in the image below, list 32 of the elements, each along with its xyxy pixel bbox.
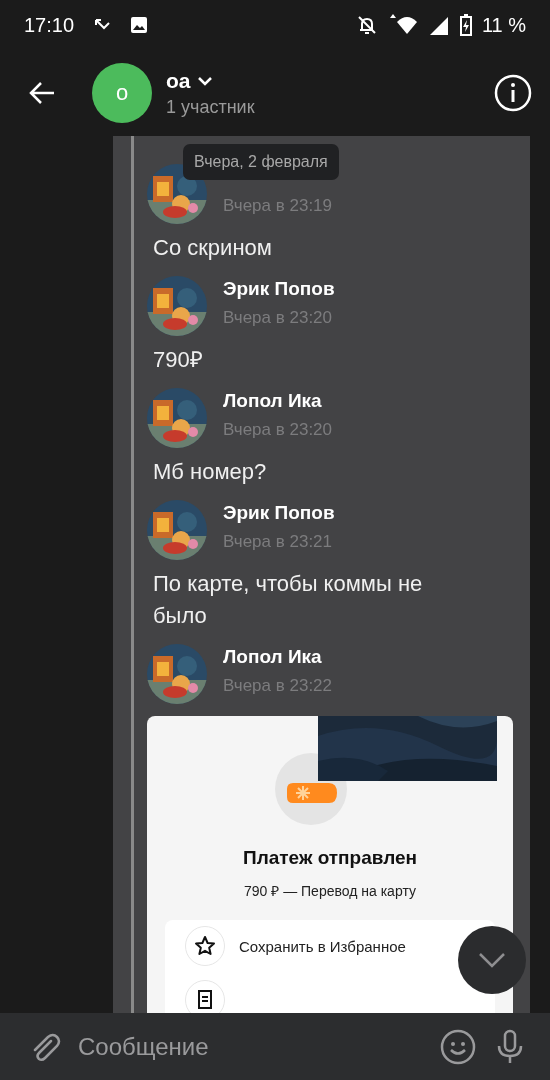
- chat-subtitle: 1 участник: [166, 96, 256, 118]
- emoji-icon[interactable]: [440, 1028, 476, 1065]
- message-time: Вчера в 23:20: [223, 308, 333, 328]
- clock: 17:10: [24, 13, 75, 37]
- chat-title[interactable]: оа: [166, 68, 191, 93]
- battery-icon: [459, 14, 472, 36]
- info-icon[interactable]: [494, 74, 532, 112]
- message-text: Со скрином: [153, 234, 273, 262]
- message-composer[interactable]: Сообщение: [0, 1013, 550, 1080]
- author-name: Эрик Попов: [223, 502, 335, 524]
- message-text: Мб номер?: [153, 458, 268, 486]
- message-text: 790₽: [153, 346, 204, 374]
- wifi-icon: [387, 14, 418, 36]
- action-label[interactable]: Сохранить в Избранное: [239, 937, 406, 955]
- author-name: Эрик Попов: [223, 278, 335, 300]
- image-icon: [130, 16, 149, 34]
- author-name: Лопол Ика: [223, 390, 323, 412]
- payment-title: Платеж отправлен: [242, 847, 417, 869]
- message-time: Вчера в 23:22: [223, 676, 332, 696]
- message-field[interactable]: Сообщение: [78, 1032, 424, 1061]
- payment-subtitle: 790 ₽ — Перевод на карту: [244, 882, 416, 900]
- mitten-icon: [275, 753, 347, 825]
- message-time: Вчера в 23:19: [223, 196, 332, 216]
- author-name: Лопол Ика: [223, 646, 323, 668]
- message-time: Вчера в 23:21: [223, 532, 333, 552]
- receipt-icon[interactable]: [185, 980, 225, 1013]
- date-badge: Вчера, 2 февраля: [183, 144, 339, 180]
- mute-bell-icon: [355, 14, 378, 36]
- chevron-down-icon[interactable]: [196, 74, 213, 87]
- message-text: По карте, чтобы коммы не было: [153, 570, 424, 630]
- battery-level: 11 %: [481, 13, 526, 37]
- message-time: Вчера в 23:20: [223, 420, 332, 440]
